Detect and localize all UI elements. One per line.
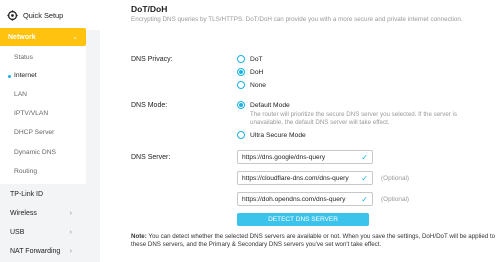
gear-icon — [6, 9, 18, 21]
sidebar-item-nat-forwarding[interactable]: NAT Forwarding › — [0, 248, 86, 255]
submenu-item-label: Internet — [14, 72, 37, 79]
dns-server-value: https://cloudflare-dns.com/dns-query — [242, 174, 349, 182]
sidebar-item-usb[interactable]: USB › — [0, 229, 86, 236]
radio-label: DoH — [250, 68, 264, 76]
dns-server-2-field[interactable]: https://cloudflare-dns.com/dns-query ✓ — [237, 171, 373, 185]
radio-label: Ultra Secure Mode — [250, 131, 306, 139]
dns-privacy-label: DNS Privacy: — [131, 56, 173, 63]
sidebar: Quick Setup Network ⌄ Status Internet LA… — [0, 0, 100, 262]
submenu-item-dhcp-server[interactable]: DHCP Server — [14, 129, 54, 136]
note-body: You can detect whether the selected DNS … — [131, 233, 496, 248]
sidebar-item-label: NAT Forwarding — [10, 248, 61, 255]
radio-button[interactable] — [237, 55, 245, 63]
dns-server-3-field[interactable]: https://doh.opendns.com/dns-query ✓ — [237, 192, 373, 206]
optional-label: (Optional) — [381, 175, 410, 182]
dns-server-1-field[interactable]: https://dns.google/dns-query ✓ — [237, 150, 373, 164]
check-icon: ✓ — [361, 173, 368, 183]
submenu-item-lan[interactable]: LAN — [14, 91, 27, 98]
sidebar-item-wireless[interactable]: Wireless › — [0, 210, 86, 217]
note-text: Note: You can detect whether the selecte… — [131, 233, 496, 248]
optional-label: (Optional) — [381, 196, 410, 203]
chevron-right-icon: › — [69, 229, 72, 236]
dns-server-label: DNS Server: — [131, 154, 171, 161]
radio-button[interactable] — [237, 101, 245, 109]
sidebar-item-quick-setup[interactable]: Quick Setup — [0, 0, 100, 30]
dns-server-value: https://doh.opendns.com/dns-query — [242, 195, 346, 203]
sidebar-item-label: Wireless — [10, 210, 37, 217]
radio-default-mode[interactable]: Default Mode — [237, 101, 290, 109]
chevron-right-icon: › — [69, 210, 72, 217]
sidebar-item-label: Network — [8, 33, 36, 41]
sidebar-item-label: TP-Link ID — [10, 191, 44, 198]
sidebar-item-label: USB — [10, 229, 25, 236]
submenu-item-status[interactable]: Status — [14, 54, 33, 61]
radio-none[interactable]: None — [237, 81, 266, 89]
dns-mode-label: DNS Mode: — [131, 102, 168, 109]
radio-label: None — [250, 81, 266, 89]
sidebar-item-label: Quick Setup — [23, 10, 64, 20]
check-icon: ✓ — [361, 194, 368, 204]
submenu-item-dynamic-dns[interactable]: Dynamic DNS — [14, 149, 56, 156]
chevron-right-icon: › — [69, 248, 72, 255]
dns-server-value: https://dns.google/dns-query — [242, 153, 326, 161]
submenu-item-internet[interactable]: Internet — [8, 72, 37, 79]
section-title: DoT/DoH — [131, 4, 168, 14]
radio-button[interactable] — [237, 81, 245, 89]
mode-description: The router will prioritize the secure DN… — [250, 111, 458, 126]
chevron-down-icon: ⌄ — [72, 34, 78, 41]
main-content: DoT/DoH Encrypting DNS queries by TLS/HT… — [100, 0, 500, 262]
radio-doh[interactable]: DoH — [237, 68, 263, 76]
radio-dot[interactable]: DoT — [237, 55, 263, 63]
router-admin-page: Quick Setup Network ⌄ Status Internet LA… — [0, 0, 500, 262]
detect-dns-server-button[interactable]: DETECT DNS SERVER — [237, 213, 369, 226]
radio-label: DoT — [250, 55, 263, 63]
radio-button[interactable] — [237, 68, 245, 76]
submenu-item-routing[interactable]: Routing — [14, 168, 37, 175]
section-description: Encrypting DNS queries by TLS/HTTPS. DoT… — [131, 16, 463, 23]
radio-ultra-secure-mode[interactable]: Ultra Secure Mode — [237, 131, 306, 139]
sidebar-item-network[interactable]: Network ⌄ — [0, 28, 86, 46]
radio-label: Default Mode — [250, 101, 290, 109]
sidebar-item-tplink-id[interactable]: TP-Link ID — [0, 191, 86, 198]
check-icon: ✓ — [361, 152, 368, 162]
active-dot-icon — [8, 74, 11, 78]
note-label: Note: — [131, 233, 147, 240]
radio-button[interactable] — [237, 131, 245, 139]
submenu-item-iptv-vlan[interactable]: IPTV/VLAN — [14, 110, 48, 117]
network-submenu: Status Internet LAN IPTV/VLAN DHCP Serve… — [0, 46, 86, 184]
